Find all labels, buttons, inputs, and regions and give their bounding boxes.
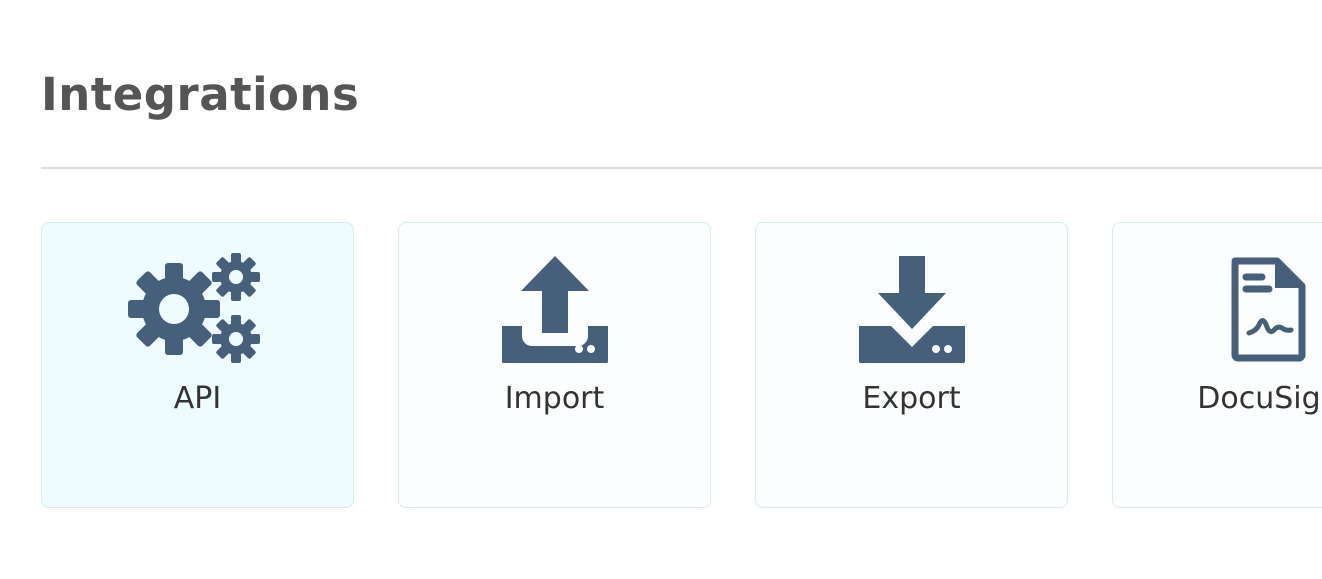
integration-card-label: API [173, 381, 222, 416]
integration-card-label: Export [862, 381, 961, 416]
integration-card-label: Import [504, 381, 605, 416]
page-title: Integrations [41, 68, 360, 121]
integration-card-api[interactable]: API [41, 222, 354, 508]
integration-card-export[interactable]: Export [755, 222, 1068, 508]
signed-document-icon [1199, 253, 1322, 363]
upload-tray-icon [485, 253, 625, 363]
integration-card-import[interactable]: Import [398, 222, 711, 508]
integration-card-docusign[interactable]: DocuSign [1112, 222, 1322, 508]
integrations-page: Integrations API Import Export DocuSig [0, 0, 1322, 579]
gears-icon [127, 253, 268, 363]
title-divider [41, 167, 1322, 169]
download-tray-icon [842, 253, 982, 363]
integration-cards: API Import Export DocuSig [41, 222, 1322, 510]
integration-card-label: DocuSign [1197, 381, 1322, 416]
